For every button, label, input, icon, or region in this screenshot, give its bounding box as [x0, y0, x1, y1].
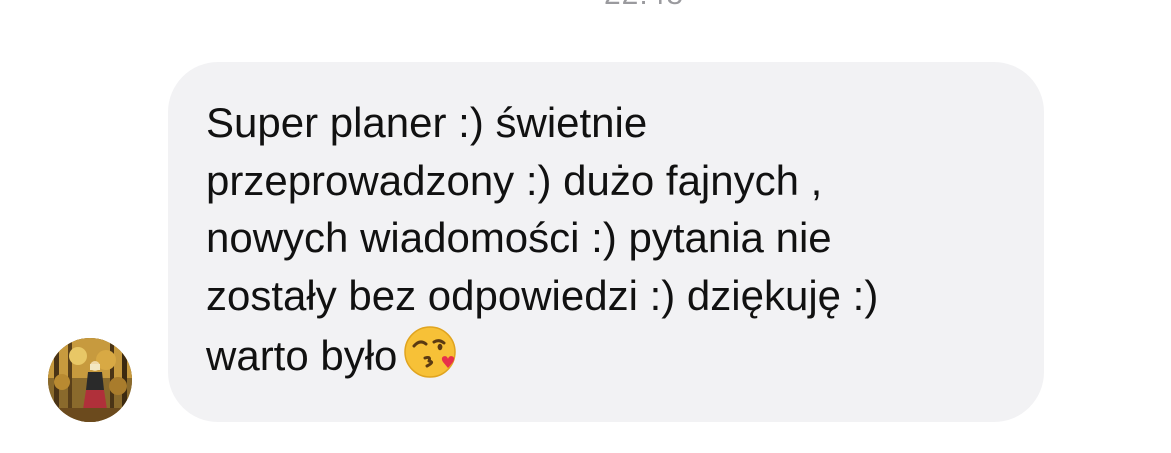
message-body: Super planer :) świetnie przeprowadzony …: [206, 99, 879, 379]
avatar-photo-icon: [48, 338, 132, 422]
sender-avatar[interactable]: [48, 338, 132, 422]
message-row: Super planer :) świetnie przeprowadzony …: [0, 0, 1171, 453]
message-text: Super planer :) świetnie przeprowadzony …: [206, 94, 1004, 385]
face-throwing-a-kiss-icon: [403, 324, 459, 380]
message-bubble[interactable]: Super planer :) świetnie przeprowadzony …: [168, 62, 1044, 422]
